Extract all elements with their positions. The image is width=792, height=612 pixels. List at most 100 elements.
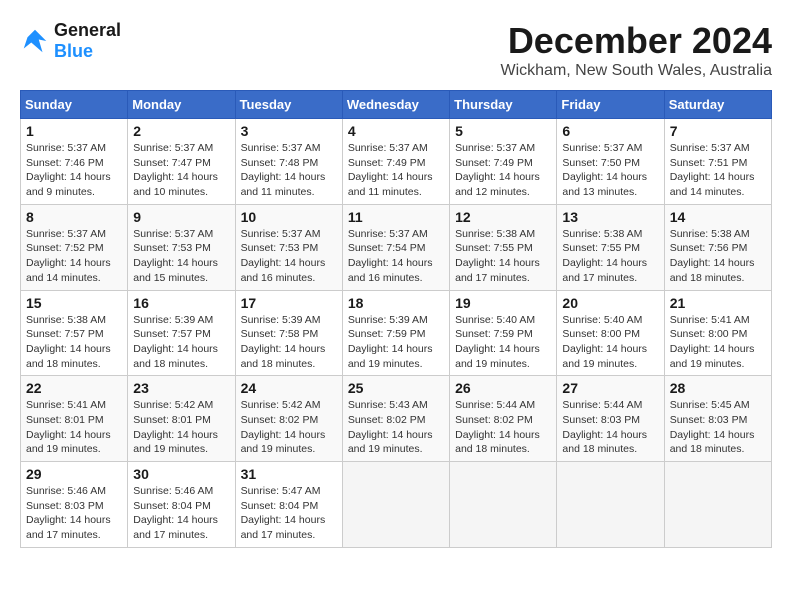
day-cell xyxy=(664,462,771,548)
day-info: Sunrise: 5:37 AM Sunset: 7:51 PM Dayligh… xyxy=(670,141,766,200)
day-number: 10 xyxy=(241,209,337,225)
day-number: 13 xyxy=(562,209,658,225)
day-info: Sunrise: 5:37 AM Sunset: 7:52 PM Dayligh… xyxy=(26,227,122,286)
day-info: Sunrise: 5:44 AM Sunset: 8:02 PM Dayligh… xyxy=(455,398,551,457)
day-cell: 18 Sunrise: 5:39 AM Sunset: 7:59 PM Dayli… xyxy=(342,290,449,376)
day-info: Sunrise: 5:37 AM Sunset: 7:47 PM Dayligh… xyxy=(133,141,229,200)
day-cell: 13 Sunrise: 5:38 AM Sunset: 7:55 PM Dayli… xyxy=(557,204,664,290)
day-info: Sunrise: 5:37 AM Sunset: 7:53 PM Dayligh… xyxy=(241,227,337,286)
day-number: 17 xyxy=(241,295,337,311)
day-number: 22 xyxy=(26,380,122,396)
day-number: 26 xyxy=(455,380,551,396)
day-number: 18 xyxy=(348,295,444,311)
day-info: Sunrise: 5:38 AM Sunset: 7:56 PM Dayligh… xyxy=(670,227,766,286)
day-info: Sunrise: 5:38 AM Sunset: 7:57 PM Dayligh… xyxy=(26,313,122,372)
day-number: 4 xyxy=(348,123,444,139)
day-number: 19 xyxy=(455,295,551,311)
day-cell: 29Sunrise: 5:46 AM Sunset: 8:03 PM Dayli… xyxy=(21,462,128,548)
weekday-header-sunday: Sunday xyxy=(21,91,128,119)
day-info: Sunrise: 5:41 AM Sunset: 8:01 PM Dayligh… xyxy=(26,398,122,457)
day-number: 21 xyxy=(670,295,766,311)
day-number: 1 xyxy=(26,123,122,139)
day-number: 5 xyxy=(455,123,551,139)
day-cell: 9Sunrise: 5:37 AM Sunset: 7:53 PM Daylig… xyxy=(128,204,235,290)
day-info: Sunrise: 5:37 AM Sunset: 7:54 PM Dayligh… xyxy=(348,227,444,286)
weekday-header-thursday: Thursday xyxy=(450,91,557,119)
day-info: Sunrise: 5:41 AM Sunset: 8:00 PM Dayligh… xyxy=(670,313,766,372)
day-cell: 28 Sunrise: 5:45 AM Sunset: 8:03 PM Dayli… xyxy=(664,376,771,462)
day-cell: 6Sunrise: 5:37 AM Sunset: 7:50 PM Daylig… xyxy=(557,119,664,205)
day-cell: 14 Sunrise: 5:38 AM Sunset: 7:56 PM Dayli… xyxy=(664,204,771,290)
day-cell: 4Sunrise: 5:37 AM Sunset: 7:49 PM Daylig… xyxy=(342,119,449,205)
day-number: 14 xyxy=(670,209,766,225)
day-info: Sunrise: 5:39 AM Sunset: 7:57 PM Dayligh… xyxy=(133,313,229,372)
day-cell: 23Sunrise: 5:42 AM Sunset: 8:01 PM Dayli… xyxy=(128,376,235,462)
day-cell: 25Sunrise: 5:43 AM Sunset: 8:02 PM Dayli… xyxy=(342,376,449,462)
logo-text: General Blue xyxy=(54,20,121,62)
day-info: Sunrise: 5:39 AM Sunset: 7:58 PM Dayligh… xyxy=(241,313,337,372)
day-info: Sunrise: 5:45 AM Sunset: 8:03 PM Dayligh… xyxy=(670,398,766,457)
weekday-header-row: SundayMondayTuesdayWednesdayThursdayFrid… xyxy=(21,91,772,119)
title-area: December 2024 Wickham, New South Wales, … xyxy=(501,20,773,80)
weekday-header-friday: Friday xyxy=(557,91,664,119)
day-number: 11 xyxy=(348,209,444,225)
day-cell: 21 Sunrise: 5:41 AM Sunset: 8:00 PM Dayli… xyxy=(664,290,771,376)
week-row-5: 29Sunrise: 5:46 AM Sunset: 8:03 PM Dayli… xyxy=(21,462,772,548)
day-cell: 20Sunrise: 5:40 AM Sunset: 8:00 PM Dayli… xyxy=(557,290,664,376)
day-info: Sunrise: 5:37 AM Sunset: 7:53 PM Dayligh… xyxy=(133,227,229,286)
day-number: 12 xyxy=(455,209,551,225)
day-number: 28 xyxy=(670,380,766,396)
day-cell: 15 Sunrise: 5:38 AM Sunset: 7:57 PM Dayli… xyxy=(21,290,128,376)
day-number: 20 xyxy=(562,295,658,311)
day-cell: 27Sunrise: 5:44 AM Sunset: 8:03 PM Dayli… xyxy=(557,376,664,462)
day-number: 8 xyxy=(26,209,122,225)
day-info: Sunrise: 5:46 AM Sunset: 8:04 PM Dayligh… xyxy=(133,484,229,543)
month-title: December 2024 xyxy=(501,20,773,62)
day-number: 16 xyxy=(133,295,229,311)
day-cell: 12Sunrise: 5:38 AM Sunset: 7:55 PM Dayli… xyxy=(450,204,557,290)
weekday-header-tuesday: Tuesday xyxy=(235,91,342,119)
calendar: SundayMondayTuesdayWednesdayThursdayFrid… xyxy=(20,90,772,548)
day-cell: 3Sunrise: 5:37 AM Sunset: 7:48 PM Daylig… xyxy=(235,119,342,205)
day-cell xyxy=(557,462,664,548)
day-number: 6 xyxy=(562,123,658,139)
day-cell: 22 Sunrise: 5:41 AM Sunset: 8:01 PM Dayli… xyxy=(21,376,128,462)
day-cell: 8 Sunrise: 5:37 AM Sunset: 7:52 PM Daylig… xyxy=(21,204,128,290)
week-row-1: 1 Sunrise: 5:37 AM Sunset: 7:46 PM Daylig… xyxy=(21,119,772,205)
day-info: Sunrise: 5:47 AM Sunset: 8:04 PM Dayligh… xyxy=(241,484,337,543)
day-cell: 17 Sunrise: 5:39 AM Sunset: 7:58 PM Dayli… xyxy=(235,290,342,376)
day-cell: 16 Sunrise: 5:39 AM Sunset: 7:57 PM Dayli… xyxy=(128,290,235,376)
day-cell: 2 Sunrise: 5:37 AM Sunset: 7:47 PM Daylig… xyxy=(128,119,235,205)
day-cell: 30 Sunrise: 5:46 AM Sunset: 8:04 PM Dayli… xyxy=(128,462,235,548)
day-cell: 24 Sunrise: 5:42 AM Sunset: 8:02 PM Dayli… xyxy=(235,376,342,462)
day-cell xyxy=(342,462,449,548)
week-row-3: 15 Sunrise: 5:38 AM Sunset: 7:57 PM Dayli… xyxy=(21,290,772,376)
day-cell: 7 Sunrise: 5:37 AM Sunset: 7:51 PM Daylig… xyxy=(664,119,771,205)
weekday-header-wednesday: Wednesday xyxy=(342,91,449,119)
weekday-header-saturday: Saturday xyxy=(664,91,771,119)
day-cell: 10 Sunrise: 5:37 AM Sunset: 7:53 PM Dayli… xyxy=(235,204,342,290)
day-number: 15 xyxy=(26,295,122,311)
day-info: Sunrise: 5:37 AM Sunset: 7:48 PM Dayligh… xyxy=(241,141,337,200)
location: Wickham, New South Wales, Australia xyxy=(501,62,773,80)
day-info: Sunrise: 5:38 AM Sunset: 7:55 PM Dayligh… xyxy=(562,227,658,286)
day-info: Sunrise: 5:42 AM Sunset: 8:02 PM Dayligh… xyxy=(241,398,337,457)
day-info: Sunrise: 5:39 AM Sunset: 7:59 PM Dayligh… xyxy=(348,313,444,372)
day-info: Sunrise: 5:37 AM Sunset: 7:49 PM Dayligh… xyxy=(455,141,551,200)
logo-icon xyxy=(20,26,50,56)
day-info: Sunrise: 5:42 AM Sunset: 8:01 PM Dayligh… xyxy=(133,398,229,457)
day-number: 2 xyxy=(133,123,229,139)
day-cell: 11 Sunrise: 5:37 AM Sunset: 7:54 PM Dayli… xyxy=(342,204,449,290)
day-cell: 31Sunrise: 5:47 AM Sunset: 8:04 PM Dayli… xyxy=(235,462,342,548)
logo: General Blue xyxy=(20,20,121,62)
weekday-header-monday: Monday xyxy=(128,91,235,119)
day-cell: 1 Sunrise: 5:37 AM Sunset: 7:46 PM Daylig… xyxy=(21,119,128,205)
week-row-2: 8 Sunrise: 5:37 AM Sunset: 7:52 PM Daylig… xyxy=(21,204,772,290)
day-number: 24 xyxy=(241,380,337,396)
day-info: Sunrise: 5:37 AM Sunset: 7:46 PM Dayligh… xyxy=(26,141,122,200)
day-cell: 26 Sunrise: 5:44 AM Sunset: 8:02 PM Dayli… xyxy=(450,376,557,462)
day-info: Sunrise: 5:46 AM Sunset: 8:03 PM Dayligh… xyxy=(26,484,122,543)
day-number: 30 xyxy=(133,466,229,482)
day-number: 7 xyxy=(670,123,766,139)
day-cell: 5 Sunrise: 5:37 AM Sunset: 7:49 PM Daylig… xyxy=(450,119,557,205)
